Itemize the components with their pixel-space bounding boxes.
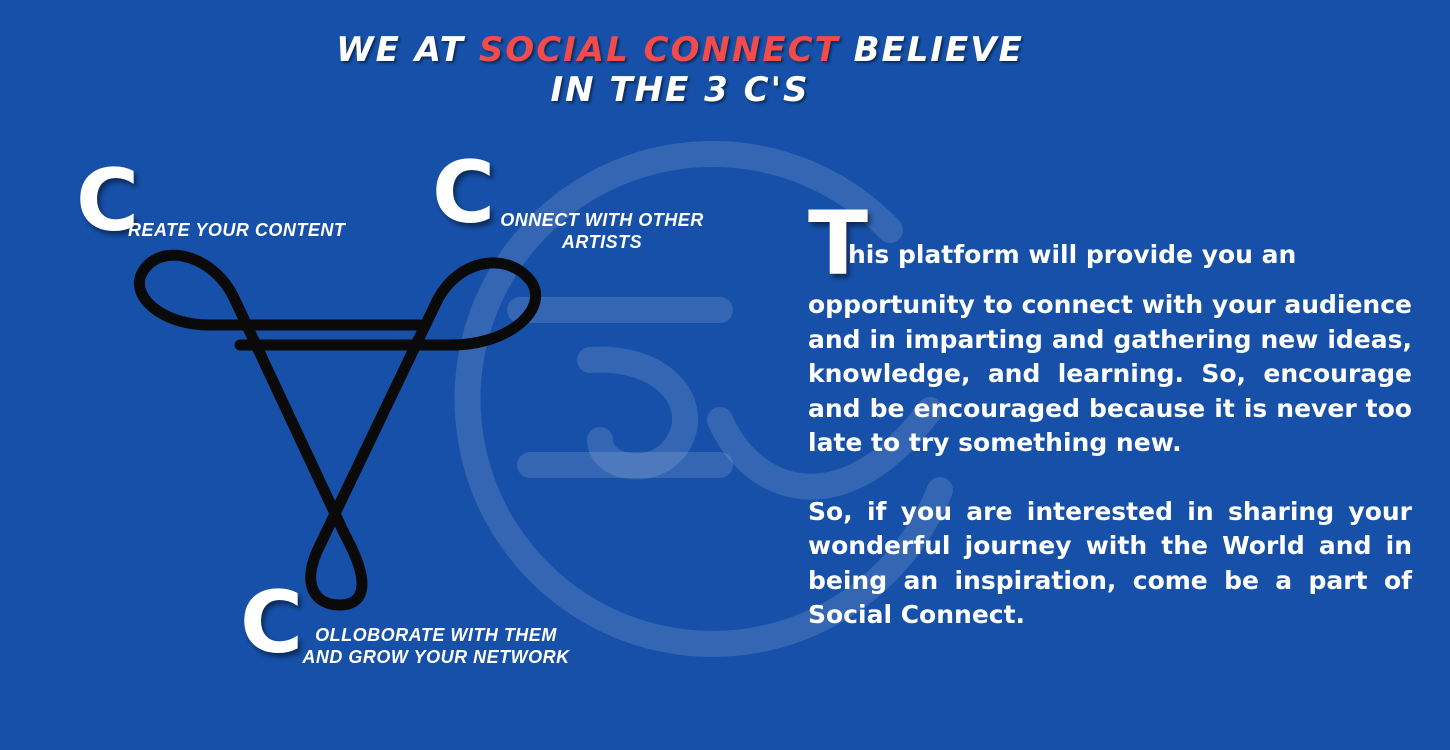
heading-line-1: WE AT SOCIAL CONNECT BELIEVE <box>330 30 1030 70</box>
lead-line: T his platform will provide you an <box>808 200 1412 288</box>
page-heading: WE AT SOCIAL CONNECT BELIEVE IN THE 3 C'… <box>330 30 1030 110</box>
lead-text: his platform will provide you an <box>848 240 1297 269</box>
heading-line-2: IN THE 3 C'S <box>550 70 810 110</box>
heading-prefix: WE AT <box>336 30 479 70</box>
connect-label-line-1: ONNECT WITH OTHER <box>500 210 704 230</box>
collaborate-c-letter: C <box>240 573 304 673</box>
paragraph-2: So, if you are interested in sharing you… <box>808 496 1412 630</box>
description: T his platform will provide you an oppor… <box>808 200 1412 633</box>
collaborate-label-line-2: AND GROW YOUR NETWORK <box>302 647 570 667</box>
heading-suffix: BELIEVE <box>839 30 1024 70</box>
triquetra-knot-icon <box>133 249 541 611</box>
brand-name: SOCIAL CONNECT <box>478 30 840 70</box>
collaborate-label: OLLOBORATE WITH THEM AND GROW YOUR NETWO… <box>296 624 576 668</box>
connect-c-letter: C <box>432 143 496 243</box>
collaborate-label-line-1: OLLOBORATE WITH THEM <box>315 625 557 645</box>
paragraph-1: opportunity to connect with your audienc… <box>808 290 1412 457</box>
create-label: REATE YOUR CONTENT <box>128 220 346 240</box>
